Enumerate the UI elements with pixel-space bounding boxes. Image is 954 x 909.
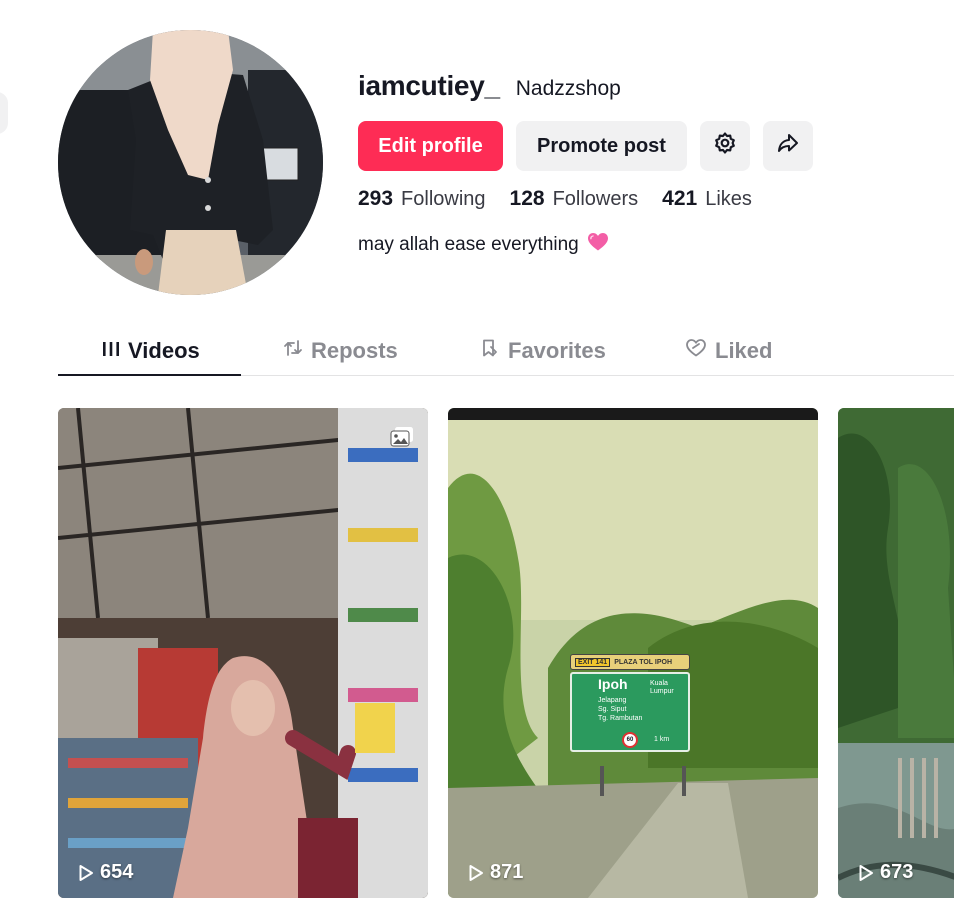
likes-count: 421 [662,187,698,210]
share-button[interactable] [763,121,813,171]
view-count: 654 [78,861,133,884]
sign-speed-limit: 60 [622,732,638,748]
view-count-text: 673 [880,861,914,883]
followers-label: Followers [552,188,639,210]
sign-panel: Ipoh Kuala Lumpur Jelapang Sg. Siput Tg.… [570,672,690,752]
bookmark-icon [480,338,500,364]
stat-following[interactable]: 293 Following [358,187,486,211]
video-thumbnail-highway [448,408,818,898]
bio-text: may allah ease everything [358,234,579,255]
tab-favorites[interactable]: Favorites [480,326,606,376]
gear-icon [713,131,737,161]
followers-count: 128 [509,187,545,210]
tab-favorites-label: Favorites [508,338,606,363]
sign-distance: 1 km [654,736,670,743]
view-count: 673 [858,861,913,884]
stat-followers[interactable]: 128 Followers [510,187,639,211]
following-count: 293 [358,187,394,210]
sign-side-destination: Kuala Lumpur [650,680,674,695]
promote-post-button[interactable]: Promote post [516,121,687,171]
name-row: iamcutiey_ Nadzzshop [358,70,918,106]
sign-town-3: Tg. Rambutan [598,715,643,722]
sidebar-edge [0,92,8,134]
video-grid: 654 EXIT 141 PLAZA TOL IPOH Ipoh Kuala L… [58,408,954,909]
pink-heart-icon [587,232,609,258]
video-card[interactable]: EXIT 141 PLAZA TOL IPOH Ipoh Kuala Lumpu… [448,408,818,898]
sign-town-1: Jelapang [598,697,627,704]
likes-label: Likes [705,188,752,210]
profile-info: iamcutiey_ Nadzzshop Edit profile Promot… [358,70,918,255]
stats-row: 293 Following 128 Followers 421 Likes [358,187,752,211]
video-thumbnail-bookstore [58,408,428,898]
photo-carousel-icon [390,426,414,448]
play-icon [468,864,484,882]
stat-likes: 421 Likes [662,187,752,211]
grid-bars-icon [102,338,120,364]
view-count-text: 871 [490,861,524,883]
road-sign: EXIT 141 PLAZA TOL IPOH Ipoh Kuala Lumpu… [570,654,690,752]
username: iamcutiey_ [358,70,500,101]
sign-main-destination: Ipoh [598,676,628,692]
share-icon [776,131,800,161]
video-card[interactable]: 673 [838,408,954,898]
view-count-text: 654 [100,861,134,883]
sign-plaza: PLAZA TOL IPOH [614,658,673,666]
play-icon [78,864,94,882]
sign-town-2: Sg. Siput [598,706,627,713]
repost-icon [283,338,303,364]
tab-videos-label: Videos [128,338,200,363]
following-label: Following [401,188,486,210]
profile-actions: Edit profile Promote post [358,121,813,171]
view-count: 871 [468,861,523,884]
tab-reposts[interactable]: Reposts [283,326,398,376]
video-thumbnail-forest-lake [838,408,954,898]
settings-button[interactable] [700,121,750,171]
edit-profile-button[interactable]: Edit profile [358,121,503,171]
play-icon [858,864,874,882]
avatar[interactable] [58,30,323,295]
profile-tabs: Videos Reposts Favorites Liked [58,326,954,376]
tab-videos[interactable]: Videos [102,326,200,376]
active-tab-indicator [58,374,241,376]
sign-exit-banner: EXIT 141 PLAZA TOL IPOH [570,654,690,670]
tab-reposts-label: Reposts [311,338,398,363]
sign-exit-number: EXIT 141 [575,657,611,667]
bio: may allah ease everything [358,232,609,258]
tab-liked-label: Liked [715,338,773,363]
heart-outline-icon [685,338,707,364]
nickname: Nadzzshop [515,77,621,100]
tab-liked[interactable]: Liked [685,326,772,376]
video-card[interactable]: 654 [58,408,428,898]
